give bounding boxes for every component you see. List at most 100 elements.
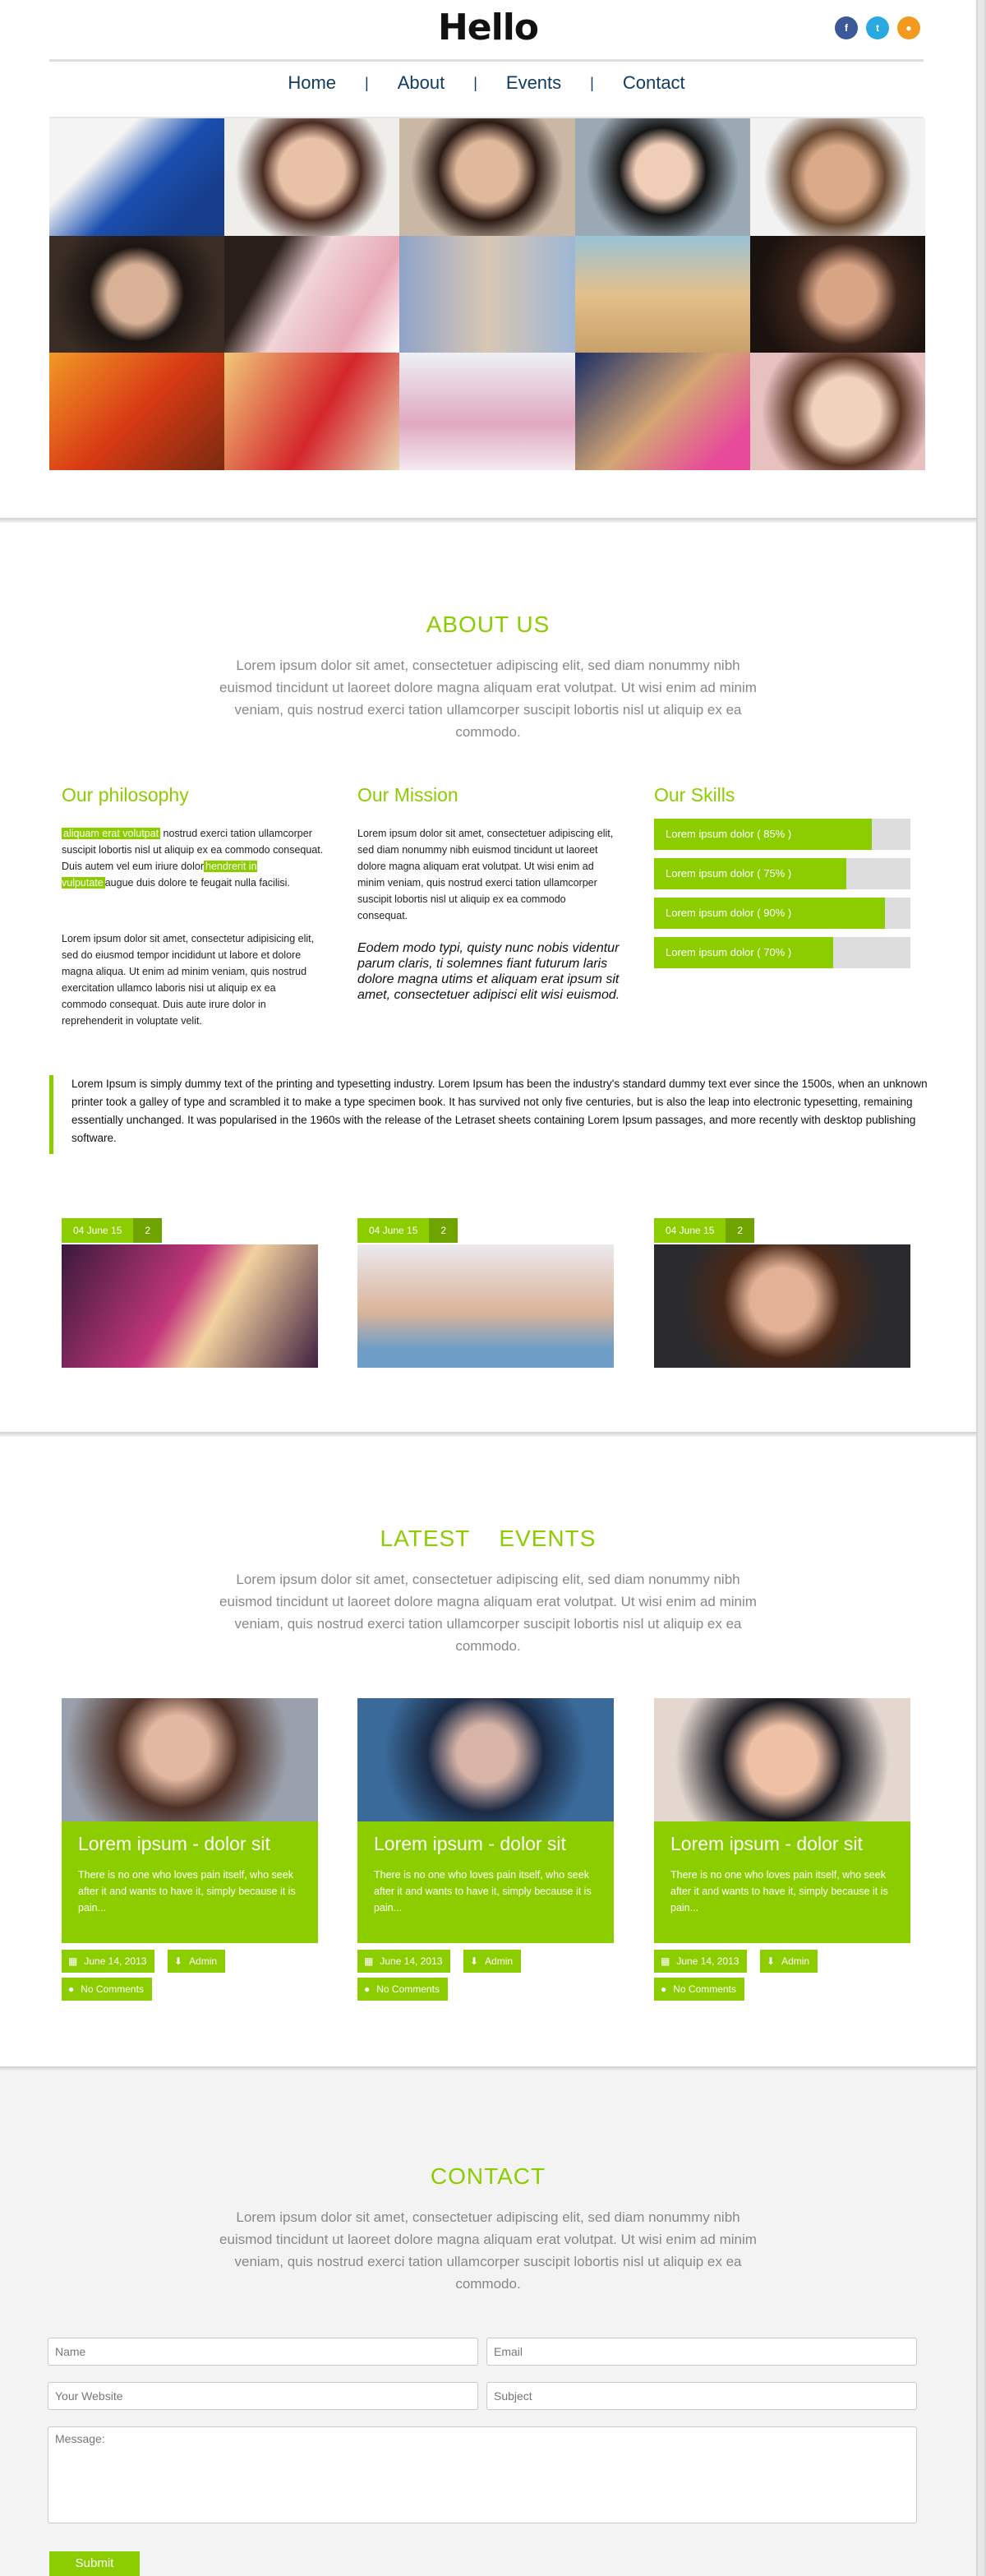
nav-about[interactable]: About	[369, 72, 474, 94]
post-date: 04 June 15	[357, 1218, 430, 1243]
photo-gallery	[49, 118, 925, 470]
event-date: ▦ June 14, 2013	[654, 1950, 748, 1973]
facebook-icon[interactable]: f	[835, 16, 858, 39]
twitter-icon[interactable]: t	[866, 16, 889, 39]
gallery-photo[interactable]	[749, 353, 925, 470]
event-card[interactable]: Lorem ipsum - dolor sit There is no one …	[357, 1821, 614, 1943]
calendar-icon: ▦	[364, 1955, 374, 1967]
social-links: f t ●	[835, 16, 920, 39]
event-author[interactable]: ⬇ Admin	[463, 1950, 522, 1973]
gallery-photo[interactable]	[224, 353, 400, 470]
header-divider	[49, 59, 924, 62]
skill-bar-fill: Lorem ipsum dolor ( 85% )	[654, 819, 873, 850]
submit-button[interactable]: Submit	[49, 2551, 140, 2576]
event-date: ▦ June 14, 2013	[62, 1950, 155, 1973]
events-title: LATEST EVENTS	[0, 1526, 976, 1552]
gallery-photo[interactable]	[399, 353, 575, 470]
comment-icon: ●	[661, 1983, 667, 1995]
event-comments[interactable]: ● No Comments	[357, 1978, 448, 2001]
nav-events[interactable]: Events	[477, 72, 590, 94]
site-logo[interactable]: Hello	[0, 7, 976, 48]
event-date-text: June 14, 2013	[380, 1955, 443, 1967]
post-comment-count[interactable]: 2	[726, 1218, 755, 1243]
gallery-photo[interactable]	[574, 118, 750, 236]
event-comments-text: No Comments	[376, 1983, 440, 1995]
about-title: ABOUT US	[426, 612, 551, 637]
highlight-text: aliquam erat volutpat	[62, 828, 161, 839]
mission-italic: Eodem modo typi, quisty nunc nobis viden…	[357, 941, 620, 1002]
event-author-text: Admin	[189, 1955, 218, 1967]
event-author[interactable]: ⬇ Admin	[168, 1950, 226, 1973]
user-icon: ⬇	[767, 1955, 776, 1967]
gallery-photo[interactable]	[49, 353, 225, 470]
event-image[interactable]	[62, 1698, 318, 1821]
section-divider	[0, 2066, 976, 2071]
comment-icon: ●	[364, 1983, 371, 1995]
philosophy-body: augue duis dolore te feugait nulla facil…	[104, 877, 290, 889]
event-date-text: June 14, 2013	[84, 1955, 147, 1967]
gallery-photo[interactable]	[399, 118, 575, 236]
gallery-photo[interactable]	[224, 118, 400, 236]
event-image[interactable]	[654, 1698, 910, 1821]
events-lead: Lorem ipsum dolor sit amet, consectetuer…	[219, 1572, 757, 1654]
about-lead: Lorem ipsum dolor sit amet, consectetuer…	[219, 658, 757, 740]
scrollbar-thumb[interactable]	[978, 0, 984, 2576]
page-scrollbar[interactable]	[976, 0, 986, 2576]
gallery-photo[interactable]	[49, 235, 225, 353]
event-image[interactable]	[357, 1698, 614, 1821]
event-comments-text: No Comments	[673, 1983, 736, 1995]
mission-title: Our Mission	[357, 784, 458, 806]
post-date: 04 June 15	[62, 1218, 134, 1243]
event-author-text: Admin	[781, 1955, 810, 1967]
event-comments-text: No Comments	[81, 1983, 144, 1995]
name-field[interactable]: Name	[48, 2338, 478, 2366]
gallery-photo[interactable]	[224, 235, 400, 353]
skill-bar: Lorem ipsum dolor ( 85% )	[654, 819, 910, 850]
skills-title: Our Skills	[654, 784, 735, 806]
user-icon: ⬇	[174, 1955, 183, 1967]
event-author-text: Admin	[485, 1955, 514, 1967]
page: Hello f t ● Home | About | Events | Cont…	[0, 0, 986, 2576]
gallery-photo[interactable]	[749, 235, 925, 353]
gallery-photo[interactable]	[749, 118, 925, 236]
post-comment-count[interactable]: 2	[429, 1218, 458, 1243]
post-date-tag: 04 June 15 2	[62, 1218, 163, 1243]
message-field[interactable]: Message:	[48, 2426, 917, 2523]
event-card[interactable]: Lorem ipsum - dolor sit There is no one …	[62, 1821, 318, 1943]
event-comments[interactable]: ● No Comments	[654, 1978, 744, 2001]
post-date: 04 June 15	[654, 1218, 726, 1243]
post-date-tag: 04 June 15 2	[357, 1218, 458, 1243]
nav-contact[interactable]: Contact	[594, 72, 714, 94]
post-image[interactable]	[654, 1244, 910, 1368]
post-image[interactable]	[62, 1244, 318, 1368]
philosophy-text-2: Lorem ipsum dolor sit amet, consectetur …	[62, 933, 315, 1027]
events-title-b: EVENTS	[499, 1526, 597, 1551]
event-author[interactable]: ⬇ Admin	[760, 1950, 818, 1973]
main-nav: Home | About | Events | Contact	[49, 72, 924, 94]
gallery-photo[interactable]	[574, 235, 750, 353]
post-comment-count[interactable]: 2	[133, 1218, 163, 1243]
section-divider	[0, 1432, 976, 1437]
email-field[interactable]: Email	[486, 2338, 917, 2366]
event-card[interactable]: Lorem ipsum - dolor sit There is no one …	[654, 1821, 910, 1943]
event-title[interactable]: Lorem ipsum - dolor sit	[374, 1833, 597, 1855]
event-desc: There is no one who loves pain itself, w…	[78, 1869, 296, 1914]
event-comments[interactable]: ● No Comments	[62, 1978, 152, 2001]
blockquote: Lorem Ipsum is simply dummy text of the …	[49, 1075, 928, 1154]
gallery-photo[interactable]	[574, 353, 750, 470]
mission-text: Lorem ipsum dolor sit amet, consectetuer…	[357, 828, 614, 921]
gallery-photo[interactable]	[399, 235, 575, 353]
nav-home[interactable]: Home	[259, 72, 365, 94]
skill-bar-fill: Lorem ipsum dolor ( 90% )	[654, 898, 885, 929]
skill-bar-fill: Lorem ipsum dolor ( 75% )	[654, 858, 846, 889]
skill-bar-fill: Lorem ipsum dolor ( 70% )	[654, 937, 834, 968]
rss-icon[interactable]: ●	[897, 16, 920, 39]
post-image[interactable]	[357, 1244, 614, 1368]
site-header: Hello f t ● Home | About | Events | Cont…	[0, 0, 976, 118]
event-title[interactable]: Lorem ipsum - dolor sit	[78, 1833, 302, 1855]
subject-field[interactable]: Subject	[486, 2382, 917, 2410]
event-desc: There is no one who loves pain itself, w…	[670, 1869, 888, 1914]
event-title[interactable]: Lorem ipsum - dolor sit	[670, 1833, 894, 1855]
gallery-photo[interactable]	[49, 118, 225, 236]
website-field[interactable]: Your Website	[48, 2382, 478, 2410]
